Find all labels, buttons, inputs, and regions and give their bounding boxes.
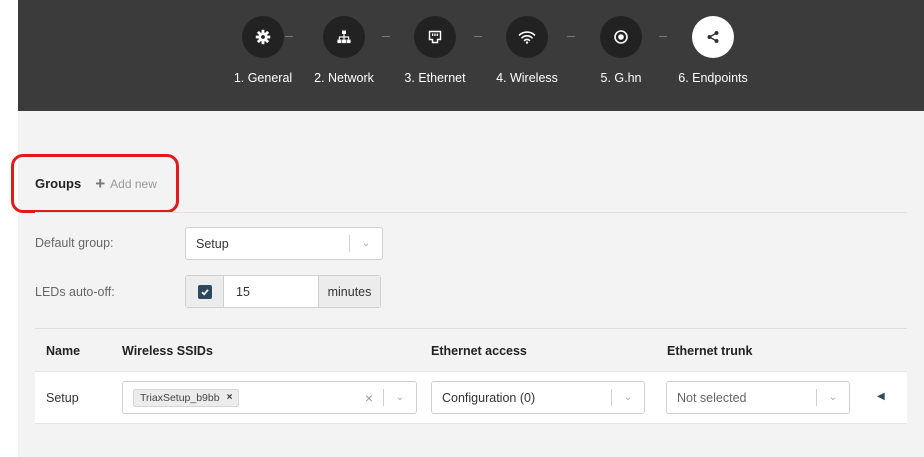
default-group-value: Setup [196,236,229,251]
chevron-down-icon[interactable]: ⌄ [384,392,416,403]
ssid-tag: TriaxSetup_b9bb × [133,388,240,407]
group-name: Setup [46,391,79,405]
ethernet-trunk-value: Not selected [677,390,747,405]
leds-checkbox[interactable] [197,284,212,299]
wizard-step-ethernet[interactable]: 3. Ethernet [385,16,485,85]
add-new-label: Add new [110,176,157,191]
clear-icon[interactable]: × [365,390,373,406]
wizard-header: 1. General 2. Network 3. Ethernet 4. Wir… [18,0,924,111]
wizard-step-network[interactable]: 2. Network [294,16,394,85]
ethernet-access-select[interactable]: Configuration (0) ⌄ [431,381,645,414]
divider [35,328,907,329]
network-icon [323,16,365,58]
column-header-name: Name [46,344,81,358]
ethernet-port-icon [414,16,456,58]
leds-minutes-input[interactable]: 15 [224,276,318,307]
wizard-step-label: 4. Wireless [496,71,558,85]
leds-auto-off-group: 15 minutes [185,275,381,308]
add-new-group-button[interactable]: + Add new [95,175,157,192]
wifi-icon [506,16,548,58]
endpoints-panel: Groups + Add new Default group: Setup ⌄ … [11,111,924,457]
wizard-step-label: 6. Endpoints [678,71,748,85]
caret-left-icon[interactable]: ◀ [877,391,885,402]
wireless-ssids-select[interactable]: TriaxSetup_b9bb × × ⌄ [122,381,417,414]
wizard-step-endpoints[interactable]: 6. Endpoints [663,16,763,85]
divider [35,212,907,213]
step-connector [285,36,293,37]
target-icon [600,16,642,58]
default-group-label: Default group: [35,236,114,250]
leds-unit-label: minutes [318,276,380,307]
plus-icon: + [95,174,106,193]
wizard-step-wireless[interactable]: 4. Wireless [477,16,577,85]
wizard-step-label: 3. Ethernet [404,71,466,85]
column-header-ethernet-access: Ethernet access [431,344,527,358]
wizard-step-label: 5. G.hn [600,71,642,85]
chevron-down-icon[interactable]: ⌄ [612,392,644,403]
wizard-step-ghn[interactable]: 5. G.hn [571,16,671,85]
chevron-down-icon[interactable]: ⌄ [350,238,382,249]
leds-auto-off-label: LEDs auto-off: [35,285,115,299]
wizard-step-label: 2. Network [314,71,374,85]
leds-checkbox-container [186,276,224,307]
ssid-tag-label: TriaxSetup_b9bb [140,391,220,404]
chevron-down-icon[interactable]: ⌄ [817,392,849,403]
remove-tag-icon[interactable]: × [227,392,233,403]
groups-header: Groups + Add new [35,175,157,192]
ethernet-access-value: Configuration (0) [442,390,536,405]
groups-title: Groups [35,176,82,191]
ethernet-trunk-select[interactable]: Not selected ⌄ [666,381,850,414]
column-header-ethernet-trunk: Ethernet trunk [667,344,753,358]
gear-icon [242,16,284,58]
table-row: Setup TriaxSetup_b9bb × × ⌄ Configuratio… [35,371,907,424]
column-header-wireless-ssids: Wireless SSIDs [122,344,213,358]
share-icon [692,16,734,58]
default-group-select[interactable]: Setup ⌄ [185,227,383,260]
